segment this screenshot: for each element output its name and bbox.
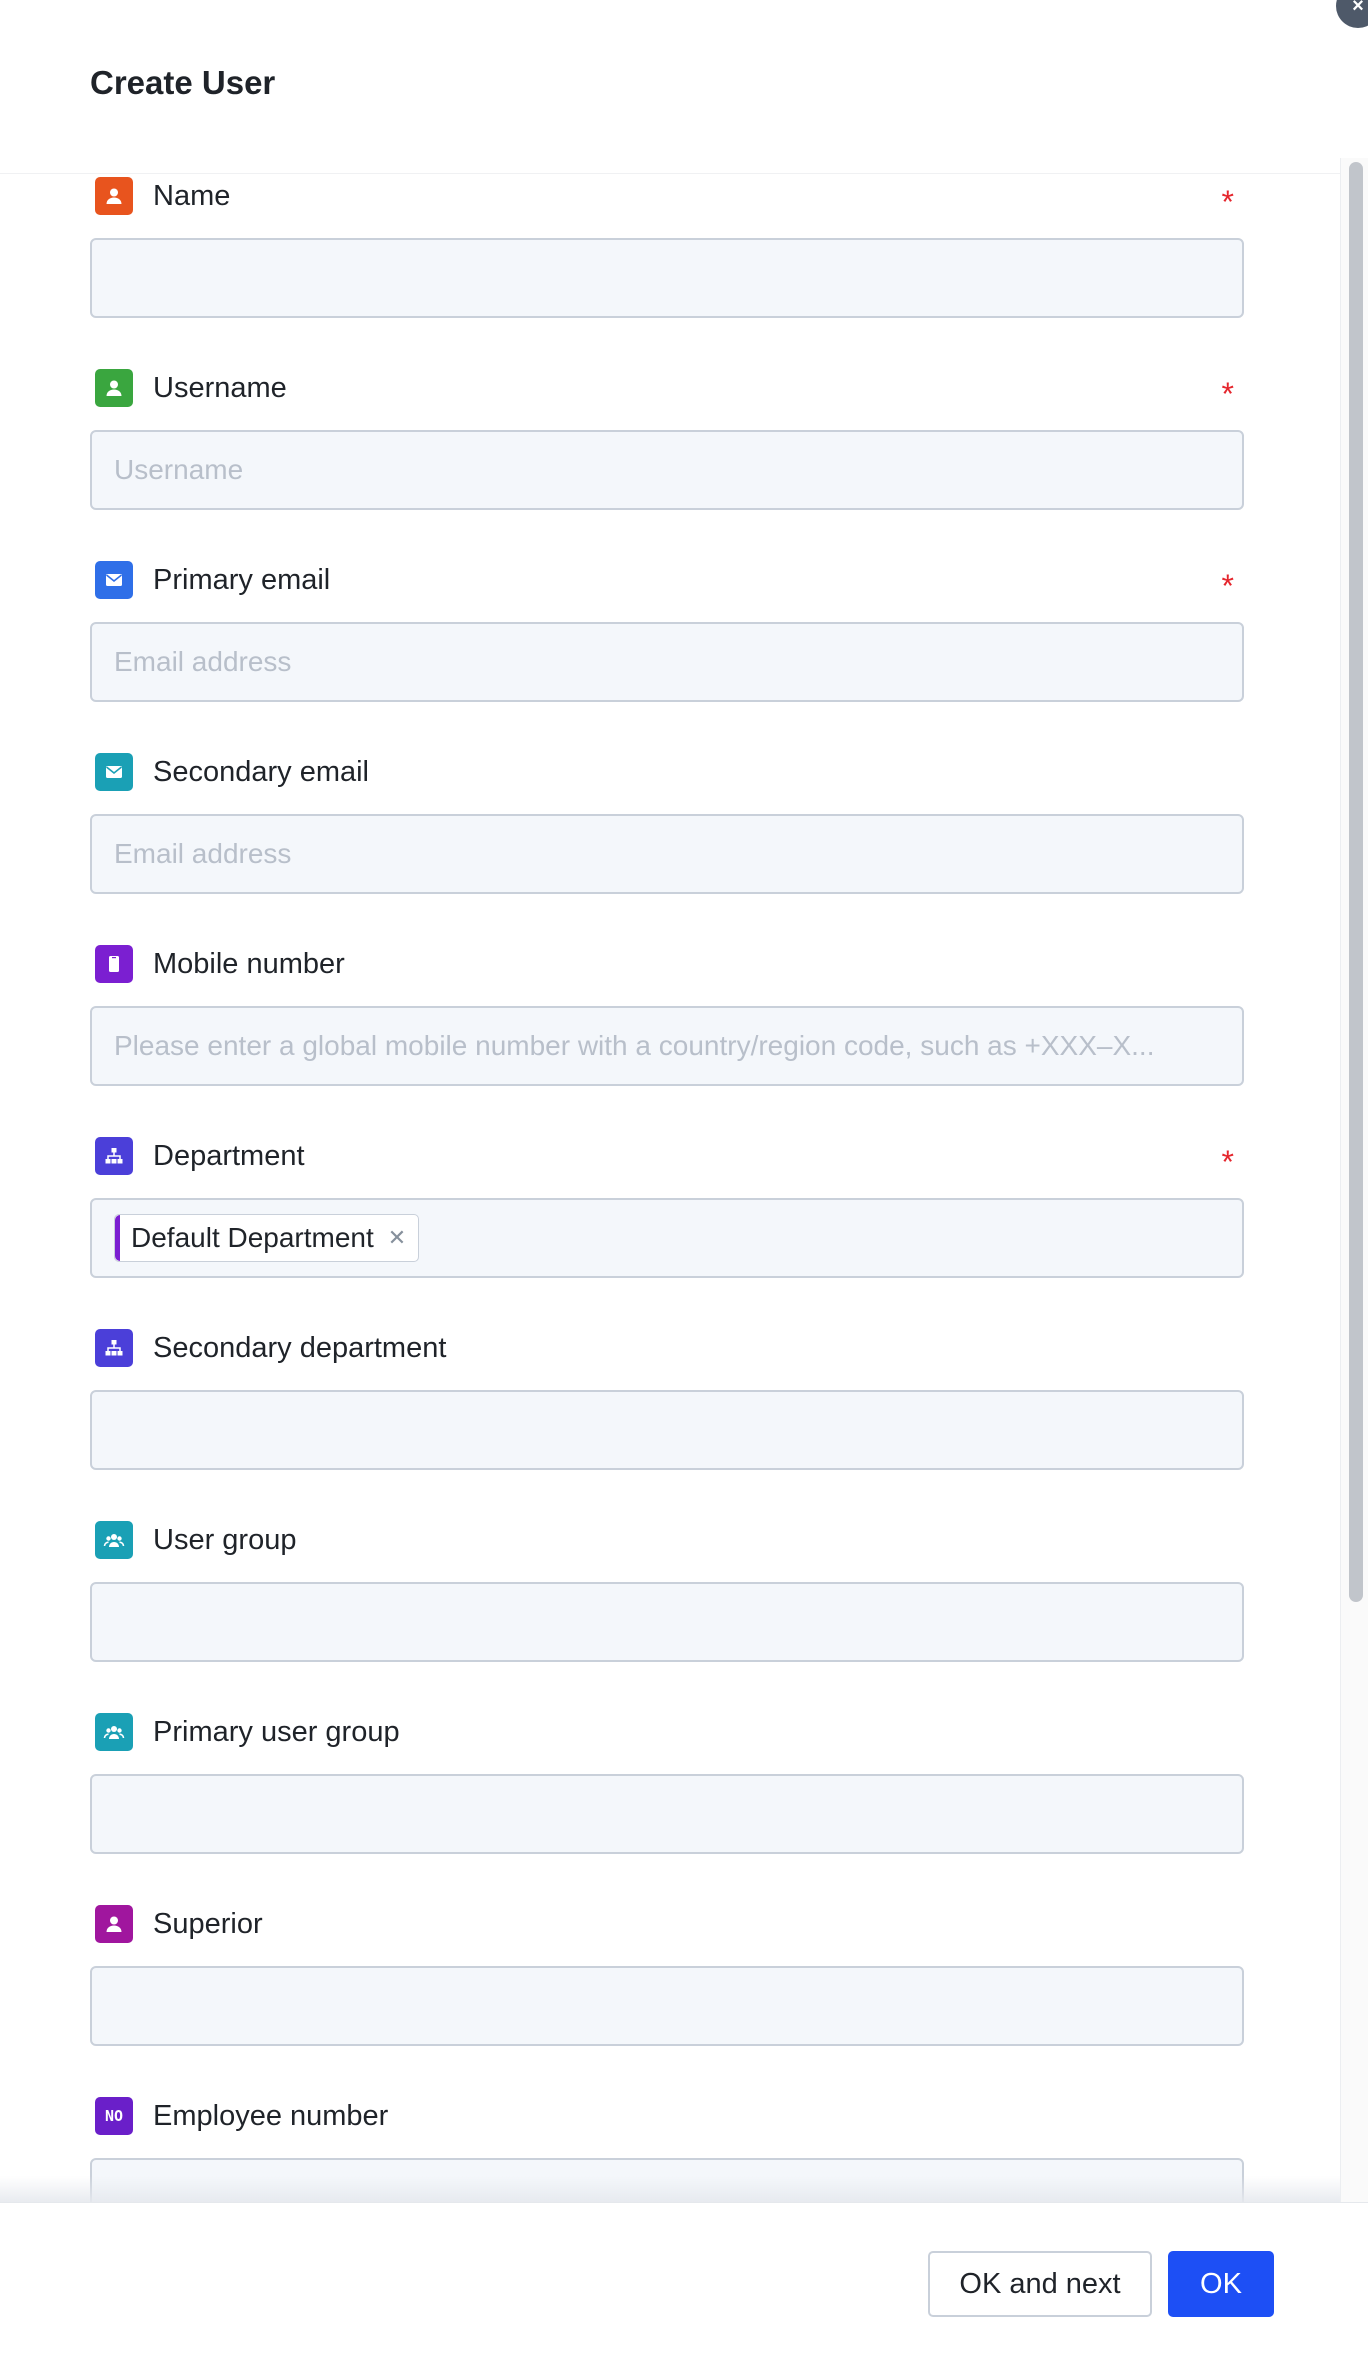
- field-label-row: Department *: [90, 1134, 1244, 1178]
- field-label-row: Secondary email: [90, 750, 1244, 794]
- secondary-email-input[interactable]: [114, 838, 1220, 870]
- dialog-body: Name * Username * Primary email * Secondary em…: [0, 174, 1368, 2202]
- ok-and-next-button[interactable]: OK and next: [928, 2251, 1152, 2317]
- field-label-row: Primary user group: [90, 1710, 1244, 1754]
- field-name: Name *: [90, 174, 1244, 366]
- field-label: Primary user group: [153, 1715, 400, 1748]
- user-group-input-box[interactable]: [90, 1582, 1244, 1662]
- user-group-input[interactable]: [114, 1606, 1220, 1638]
- mobile-number-input[interactable]: [114, 1030, 1220, 1062]
- field-username: Username *: [90, 366, 1244, 558]
- field-secondary-email: Secondary email: [90, 750, 1244, 942]
- dialog-header: Create User: [0, 0, 1368, 174]
- field-label-row: Name *: [90, 174, 1244, 218]
- superior-input[interactable]: [114, 1990, 1220, 2022]
- create-user-dialog: × Create User Name*Username*Primary emai…: [0, 0, 1368, 2372]
- icon-text: NO: [104, 2107, 124, 2125]
- mobile-number-input-box[interactable]: [90, 1006, 1244, 1086]
- field-label: Mobile number: [153, 947, 345, 980]
- tag-label: Default Department: [131, 1222, 374, 1253]
- field-label: Secondary email: [153, 755, 369, 788]
- field-primary-user-group: Primary user group: [90, 1710, 1244, 1902]
- primary-user-group-input-box[interactable]: [90, 1774, 1244, 1854]
- create-user-form: Name * Username * Primary email * Secondary em…: [90, 174, 1244, 2202]
- required-asterisk: *: [1221, 376, 1234, 412]
- dialog-footer: OK and next OK: [0, 2202, 1368, 2372]
- username-input-box[interactable]: [90, 430, 1244, 510]
- required-asterisk: *: [1221, 184, 1234, 220]
- tag-remove-icon[interactable]: ✕: [388, 1225, 406, 1251]
- user-icon: [95, 1905, 133, 1943]
- field-label: Secondary department: [153, 1331, 447, 1364]
- field-superior: Superior: [90, 1902, 1244, 2094]
- field-label: Employee number: [153, 2099, 389, 2132]
- scroll-fade: [0, 2176, 1340, 2202]
- field-label: Superior: [153, 1907, 263, 1940]
- username-input[interactable]: [114, 454, 1220, 486]
- field-label-row: User group: [90, 1518, 1244, 1562]
- user-icon: [95, 177, 133, 215]
- field-label: Primary email: [153, 563, 331, 596]
- number-icon: NO: [95, 2097, 133, 2135]
- org-chart-icon: [95, 1329, 133, 1367]
- field-label: Department: [153, 1139, 305, 1172]
- mail-icon: [95, 561, 133, 599]
- field-label-row: Primary email *: [90, 558, 1244, 602]
- field-label: User group: [153, 1523, 297, 1556]
- dialog-title: Create User: [90, 64, 276, 101]
- scrollbar[interactable]: [1340, 158, 1368, 2202]
- name-input-box[interactable]: [90, 238, 1244, 318]
- primary-email-input-box[interactable]: [90, 622, 1244, 702]
- secondary-email-input-box[interactable]: [90, 814, 1244, 894]
- department-input-box[interactable]: Default Department ✕: [90, 1198, 1244, 1278]
- group-icon: [95, 1713, 133, 1751]
- mobile-icon: [95, 945, 133, 983]
- field-label-row: Username *: [90, 366, 1244, 410]
- field-label: Username: [153, 371, 287, 404]
- field-label: Name: [153, 179, 231, 212]
- required-asterisk: *: [1221, 1144, 1234, 1180]
- name-input[interactable]: [114, 262, 1220, 294]
- field-label-row: Mobile number: [90, 942, 1244, 986]
- department-tag: Default Department ✕: [114, 1214, 420, 1262]
- primary-email-input[interactable]: [114, 646, 1220, 678]
- field-label-row: Superior: [90, 1902, 1244, 1946]
- secondary-department-input[interactable]: [114, 1414, 1220, 1446]
- user-icon: [95, 369, 133, 407]
- field-primary-email: Primary email *: [90, 558, 1244, 750]
- required-asterisk: *: [1221, 568, 1234, 604]
- mail-icon: [95, 753, 133, 791]
- field-label-row: NO Employee number: [90, 2094, 1244, 2138]
- primary-user-group-input[interactable]: [114, 1798, 1220, 1830]
- scrollbar-thumb[interactable]: [1349, 162, 1363, 1602]
- field-mobile-number: Mobile number: [90, 942, 1244, 1134]
- field-department: Department * Default Department ✕: [90, 1134, 1244, 1326]
- secondary-department-input-box[interactable]: [90, 1390, 1244, 1470]
- group-icon: [95, 1521, 133, 1559]
- field-label-row: Secondary department: [90, 1326, 1244, 1370]
- org-chart-icon: [95, 1137, 133, 1175]
- superior-input-box[interactable]: [90, 1966, 1244, 2046]
- ok-button[interactable]: OK: [1168, 2251, 1274, 2317]
- field-secondary-department: Secondary department: [90, 1326, 1244, 1518]
- field-user-group: User group: [90, 1518, 1244, 1710]
